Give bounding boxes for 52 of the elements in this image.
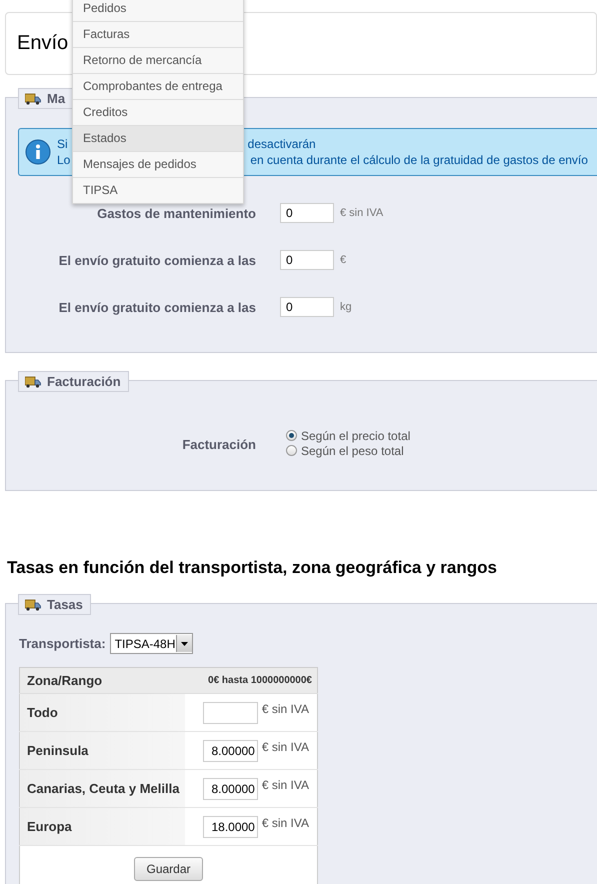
option-label: Según el precio total	[301, 428, 410, 442]
field-label: Gastos de mantenimiento	[96, 206, 256, 220]
table-cell: Canarias, Ceuta y Melilla	[20, 770, 185, 808]
menu-item[interactable]: TIPSA	[73, 178, 243, 203]
menu-item[interactable]: Facturas	[73, 22, 243, 48]
field-label: El envío gratuito comienza a las	[58, 252, 256, 268]
legend-text: Ma	[47, 91, 66, 106]
menu-item[interactable]: Comprobantes de entrega	[73, 74, 243, 100]
unit-label: € sin IVA	[262, 702, 309, 716]
column-header: Zona/Rango	[20, 668, 185, 694]
menu-item[interactable]: Mensajes de pedidos	[73, 152, 243, 178]
field-label: Facturación	[181, 437, 256, 454]
info-text: en cuenta durante el cálculo de la gratuidad de gastos de envío	[250, 152, 588, 168]
truck-icon	[25, 376, 41, 388]
truck-icon	[25, 598, 41, 610]
column-header: 0€ hasta 1000000000€	[185, 668, 318, 694]
unit-label: € sin IVA	[262, 740, 309, 754]
caret-icon	[181, 642, 188, 646]
radio-button[interactable]	[286, 430, 297, 441]
menu-item[interactable]: Pedidos	[73, 0, 243, 22]
input-field[interactable]: 0	[280, 297, 334, 317]
menu-item[interactable]: Estados	[73, 126, 243, 152]
info-text: Si	[57, 136, 68, 152]
page-title: Envío	[17, 32, 68, 55]
unit-label: kg	[340, 301, 352, 313]
radio-button[interactable]	[286, 445, 297, 456]
info-text: desactivarán	[248, 136, 316, 152]
carrier-select[interactable]: TIPSA-48H	[110, 633, 194, 654]
field-label: El envío gratuito comienza a las	[58, 300, 256, 314]
legend-text: Facturación	[47, 374, 121, 389]
input-field[interactable]	[202, 702, 258, 724]
table-cell: Peninsula	[20, 732, 185, 770]
field-label: Transportista:	[19, 636, 106, 651]
info-icon	[25, 139, 51, 165]
table-cell: Todo	[20, 694, 185, 732]
option-label: Según el peso total	[301, 444, 404, 458]
table-cell: Europa	[20, 808, 185, 846]
unit-label: €	[340, 254, 346, 266]
menu-item[interactable]: Retorno de mercancía	[73, 48, 243, 74]
unit-label: € sin IVA	[262, 778, 309, 792]
input-field[interactable]: 0	[280, 250, 334, 270]
input-field[interactable]: 0	[280, 203, 334, 223]
unit-label: € sin IVA	[262, 816, 309, 830]
info-text: Lo	[57, 152, 70, 168]
legend-text: Tasas	[47, 597, 83, 612]
section-heading: Tasas en función del transportista, zona geográfica y rangos	[7, 558, 498, 578]
input-field[interactable]: 18.0000	[202, 816, 258, 838]
truck-icon	[25, 92, 41, 104]
input-field[interactable]: 8.00000	[202, 740, 258, 762]
save-button[interactable]: Guardar	[134, 856, 203, 880]
input-field[interactable]: 8.00000	[202, 778, 258, 800]
unit-label: € sin IVA	[340, 207, 384, 219]
